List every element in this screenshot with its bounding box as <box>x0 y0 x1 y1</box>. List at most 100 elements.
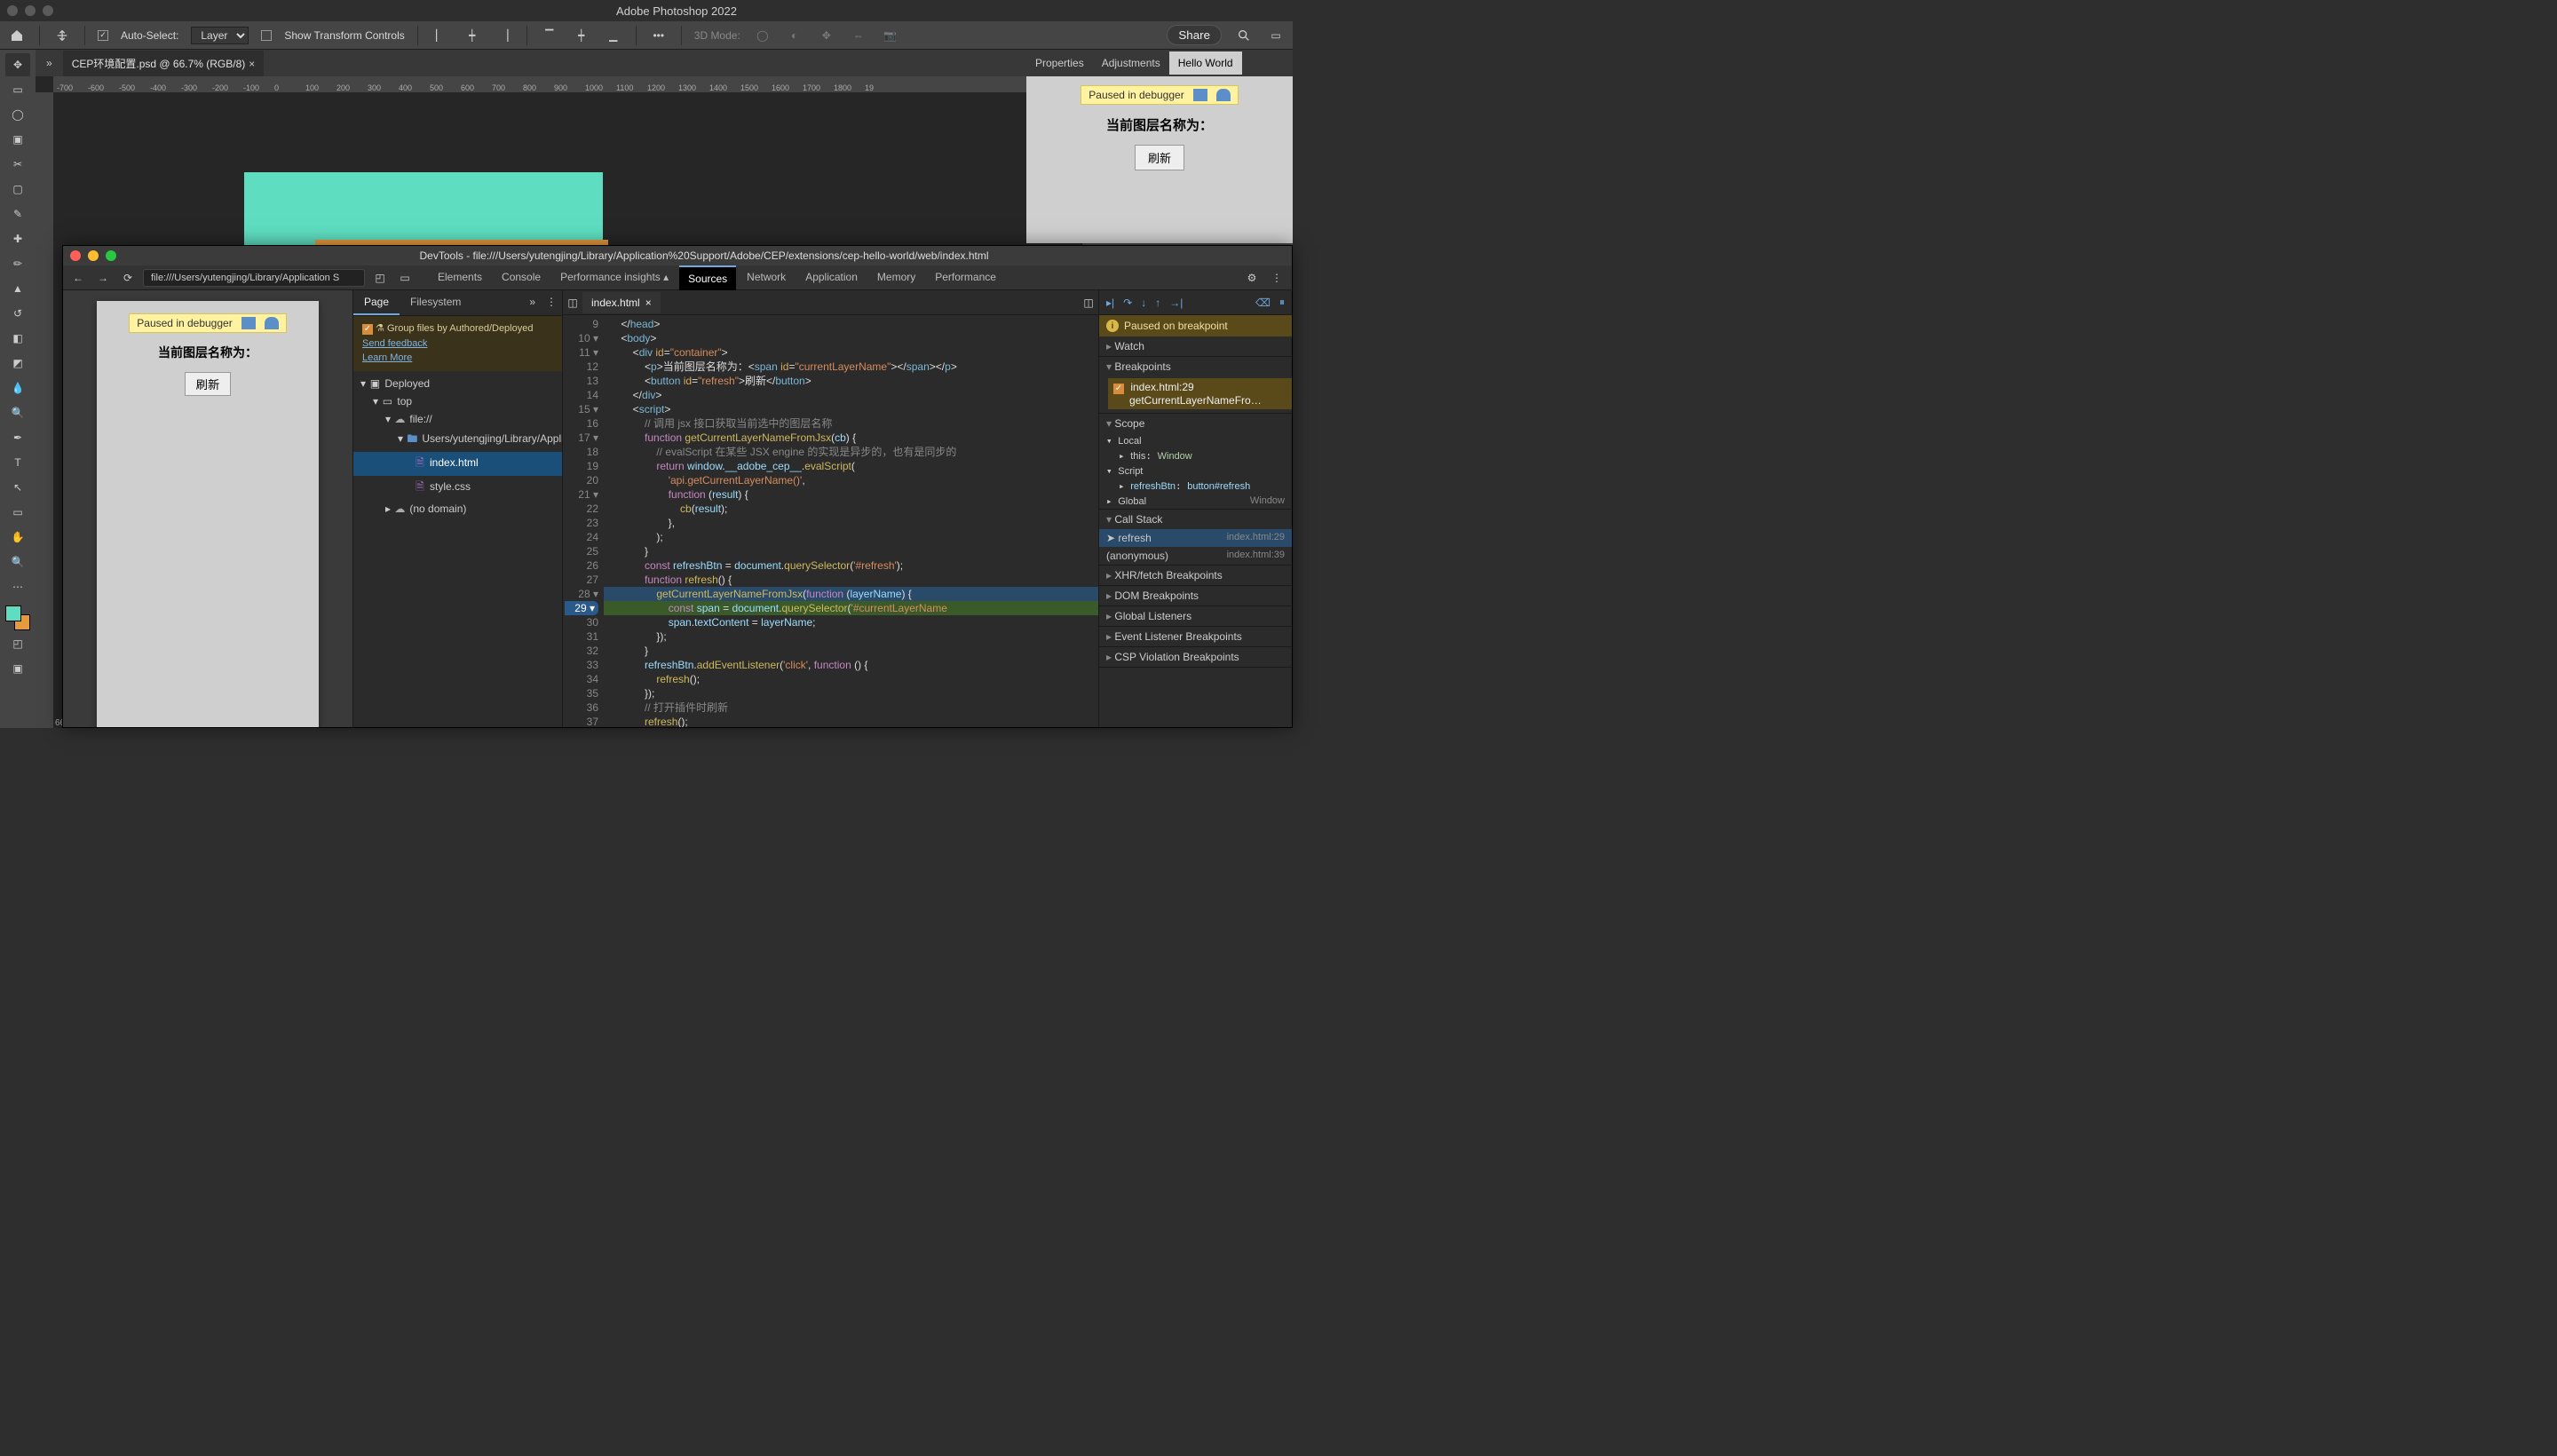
history-brush-tool[interactable]: ↺ <box>5 302 30 325</box>
step-icon[interactable]: →| <box>1169 297 1183 309</box>
tree-nodomain[interactable]: ▸ ☁(no domain) <box>353 500 562 518</box>
learn-more-link[interactable]: Learn More <box>362 352 412 363</box>
healing-tool[interactable]: ✚ <box>5 227 30 250</box>
pen-tool[interactable]: ✒ <box>5 426 30 449</box>
section-breakpoints[interactable]: Breakpoints <box>1099 357 1292 376</box>
stack-frame[interactable]: ➤ refreshindex.html:29 <box>1099 529 1292 547</box>
nav-back-icon[interactable]: ← <box>68 268 88 288</box>
devtools-tab[interactable]: Elements <box>429 265 491 290</box>
refresh-button[interactable]: 刷新 <box>1135 145 1184 170</box>
align-top-icon[interactable]: ▔ <box>540 26 559 45</box>
crop-tool[interactable]: ✂ <box>5 153 30 176</box>
section-header[interactable]: CSP Violation Breakpoints <box>1099 647 1292 667</box>
device-icon[interactable]: ▭ <box>395 268 415 288</box>
show-transform-checkbox[interactable] <box>261 30 272 41</box>
step-over-icon[interactable]: ↷ <box>1123 297 1132 309</box>
tree-file-scheme[interactable]: ▾ ☁file:// <box>353 410 562 428</box>
gradient-tool[interactable]: ◩ <box>5 352 30 375</box>
share-button[interactable]: Share <box>1167 25 1222 45</box>
brush-tool[interactable]: ✏ <box>5 252 30 275</box>
devtools-tab[interactable]: Sources <box>679 265 736 290</box>
tree-deployed[interactable]: ▾ ▣Deployed <box>353 375 562 392</box>
path-tool[interactable]: ↖ <box>5 476 30 499</box>
code-tab-index[interactable]: index.html× <box>582 292 661 313</box>
more-icon[interactable]: ••• <box>649 26 669 45</box>
menu-icon[interactable]: ⋮ <box>541 290 562 315</box>
section-header[interactable]: XHR/fetch Breakpoints <box>1099 566 1292 585</box>
window-traffic-lights[interactable] <box>7 5 53 16</box>
resume-icon[interactable] <box>1193 89 1207 101</box>
workspace-icon[interactable]: ▭ <box>1266 26 1286 45</box>
more-icon[interactable]: ⋮ <box>1267 268 1286 288</box>
breakpoint-item[interactable]: ✓ index.html:29 getCurrentLayerNameFro… <box>1108 378 1292 409</box>
url-bar[interactable]: file:///Users/yutengjing/Library/Applica… <box>143 269 365 287</box>
tab-properties[interactable]: Properties <box>1026 51 1093 75</box>
blur-tool[interactable]: 💧 <box>5 376 30 400</box>
auto-select-checkbox[interactable]: ✓ <box>98 30 108 41</box>
auto-select-dropdown[interactable]: Layer <box>191 27 249 44</box>
dodge-tool[interactable]: 🔍 <box>5 401 30 424</box>
preview-refresh-button[interactable]: 刷新 <box>185 372 232 396</box>
toggle-side-icon[interactable]: ◫ <box>1079 293 1098 313</box>
tree-folder[interactable]: ▾ 🖿Users/yutengjing/Library/Appli <box>353 428 562 452</box>
tree-top[interactable]: ▾ ▭top <box>353 392 562 410</box>
hand-tool[interactable]: ✋ <box>5 526 30 549</box>
quick-mask[interactable]: ◰ <box>5 632 30 655</box>
align-hcenter-icon[interactable]: ┿ <box>463 26 482 45</box>
pause-exc-icon[interactable]: ⏸ <box>1279 296 1285 309</box>
inspect-icon[interactable]: ◰ <box>370 268 390 288</box>
devtools-tab[interactable]: Console <box>493 265 550 290</box>
section-callstack[interactable]: Call Stack <box>1099 510 1292 529</box>
selection-tool[interactable]: ▣ <box>5 128 30 151</box>
section-header[interactable]: Event Listener Breakpoints <box>1099 627 1292 646</box>
edit-toolbar[interactable]: ⋯ <box>5 575 30 598</box>
step-icon[interactable] <box>265 317 279 329</box>
resume-icon[interactable]: ▸| <box>1106 297 1114 309</box>
more-icon[interactable]: » <box>524 290 541 315</box>
settings-icon[interactable]: ⚙ <box>1242 268 1262 288</box>
align-right-icon[interactable]: ▕ <box>495 26 514 45</box>
deactivate-bp-icon[interactable]: ⌫ <box>1255 297 1271 309</box>
home-icon[interactable] <box>7 26 27 45</box>
move-tool-icon[interactable] <box>52 26 72 45</box>
lasso-tool[interactable]: ◯ <box>5 103 30 126</box>
eraser-tool[interactable]: ◧ <box>5 327 30 350</box>
marquee-tool[interactable]: ▭ <box>5 78 30 101</box>
tab-hello-world[interactable]: Hello World <box>1169 51 1242 75</box>
step-out-icon[interactable]: ↑ <box>1155 297 1160 309</box>
color-swatches[interactable] <box>5 605 30 630</box>
tab-page[interactable]: Page <box>353 290 400 315</box>
step-into-icon[interactable]: ↓ <box>1141 297 1146 309</box>
section-header[interactable]: DOM Breakpoints <box>1099 586 1292 605</box>
devtools-tab[interactable]: Network <box>738 265 795 290</box>
toggle-nav-icon[interactable]: ◫ <box>563 293 582 313</box>
document-tab[interactable]: CEP环境配置.psd @ 66.7% (RGB/8)× <box>63 51 265 76</box>
move-tool[interactable]: ✥ <box>5 53 30 76</box>
section-watch[interactable]: Watch <box>1099 336 1292 356</box>
stack-frame[interactable]: (anonymous)index.html:39 <box>1099 547 1292 565</box>
tree-file-style[interactable]: 🗎style.css <box>353 476 562 500</box>
devtools-tab[interactable]: Memory <box>868 265 924 290</box>
devtools-tab[interactable]: Performance <box>926 265 1005 290</box>
shape-tool[interactable]: ▭ <box>5 501 30 524</box>
section-scope[interactable]: Scope <box>1099 414 1292 433</box>
zoom-tool[interactable]: 🔍 <box>5 550 30 574</box>
screen-mode[interactable]: ▣ <box>5 657 30 680</box>
search-icon[interactable] <box>1234 26 1254 45</box>
tree-file-index[interactable]: 🗎index.html <box>353 452 562 476</box>
eyedropper-tool[interactable]: ✎ <box>5 202 30 226</box>
nav-reload-icon[interactable]: ⟳ <box>118 268 138 288</box>
section-header[interactable]: Global Listeners <box>1099 606 1292 626</box>
close-icon[interactable]: × <box>645 297 652 309</box>
devtools-traffic-lights[interactable] <box>70 250 116 261</box>
nav-forward-icon[interactable]: → <box>93 268 113 288</box>
resume-icon[interactable] <box>241 317 256 329</box>
align-vcenter-icon[interactable]: ┿ <box>572 26 591 45</box>
close-icon[interactable]: × <box>249 58 255 70</box>
tab-filesystem[interactable]: Filesystem <box>400 290 471 315</box>
frame-tool[interactable]: ▢ <box>5 178 30 201</box>
send-feedback-link[interactable]: Send feedback <box>362 338 427 349</box>
tab-adjustments[interactable]: Adjustments <box>1093 51 1169 75</box>
type-tool[interactable]: T <box>5 451 30 474</box>
align-left-icon[interactable]: ▏ <box>431 26 450 45</box>
